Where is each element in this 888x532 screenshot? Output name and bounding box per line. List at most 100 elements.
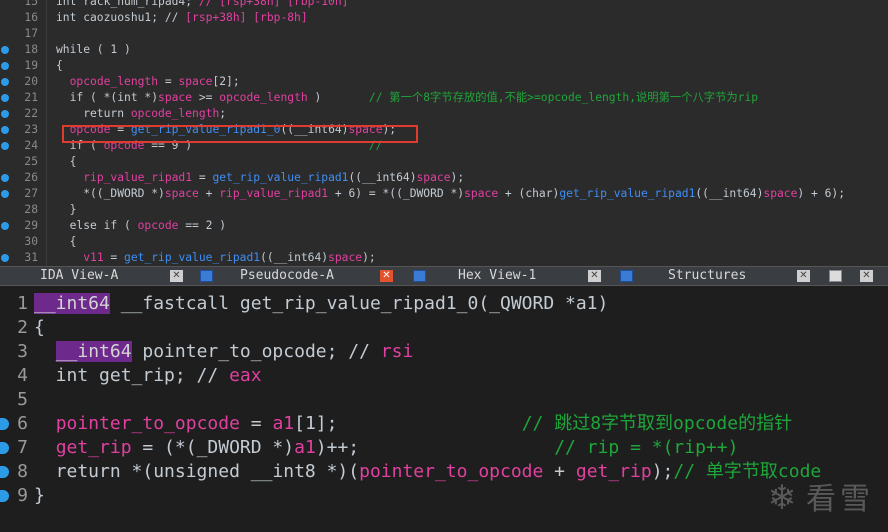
code-token: + <box>198 187 220 200</box>
code-line[interactable]: 22 return opcode_length; <box>0 106 888 122</box>
breakpoint-dot-icon[interactable] <box>1 78 9 86</box>
code-text: { <box>56 58 63 74</box>
code-line[interactable]: 15 int rack_num_ripad4; // [rsp+38h] [rbp… <box>0 0 888 10</box>
code-line[interactable]: 17 <box>0 26 888 42</box>
code-line[interactable]: 27 *((_DWORD *)space + rip_value_ripad1 … <box>0 186 888 202</box>
breakpoint-dot-icon[interactable] <box>1 222 9 230</box>
code-line[interactable]: 9} <box>0 484 888 508</box>
code-token: = <box>158 75 179 88</box>
line-number: 30 <box>24 235 38 248</box>
code-line[interactable]: 18 while ( 1 ) <box>0 42 888 58</box>
line-number: 17 <box>24 27 38 40</box>
line-number: 28 <box>24 203 38 216</box>
code-token: get_rip <box>575 461 652 482</box>
code-token: space <box>416 171 451 184</box>
tab-label: IDA View-A <box>40 268 119 283</box>
code-token: == 2 ) <box>178 219 227 232</box>
line-number: 9 <box>17 485 28 506</box>
tab-structures[interactable]: Structures <box>668 267 788 285</box>
code-text: return *(unsigned __int8 *)(pointer_to_o… <box>34 460 822 484</box>
tab-pseudocode-a[interactable]: Pseudocode-A <box>240 267 380 285</box>
code-token: pointer_to_opcode <box>359 461 544 482</box>
breakpoint-dot-icon[interactable] <box>1 190 9 198</box>
breakpoint-dot-icon[interactable] <box>1 110 9 118</box>
code-token: // 第一个8字节存放的值,不能>=opcode_length,说明第一个八字节… <box>368 91 759 104</box>
code-token: ); <box>450 171 465 184</box>
enums-icon <box>829 270 842 282</box>
code-token: // [rsp+38h] [rbp-10h] <box>198 0 349 8</box>
code-token: get_rip <box>55 437 132 458</box>
code-token: if ( *(int *) <box>56 91 159 104</box>
bottom-pseudocode-pane[interactable]: 1 __int64 __fastcall get_rip_value_ripad1… <box>0 286 888 532</box>
code-line[interactable]: 31 v11 = get_rip_value_ripad1((__int64)s… <box>0 250 888 266</box>
code-token: rip_value_ripad1 <box>83 171 193 184</box>
code-token: } <box>56 203 77 216</box>
code-line[interactable]: 20 opcode_length = space[2]; <box>0 74 888 90</box>
code-token: get_rip_value_ripad1 <box>124 251 261 264</box>
structures-icon <box>620 270 633 282</box>
code-line[interactable]: 30 { <box>0 234 888 250</box>
tab-hex-view-1-close-icon[interactable]: ✕ <box>588 270 601 282</box>
line-number: 1 <box>17 293 28 314</box>
code-line[interactable]: 25 { <box>0 154 888 170</box>
tab-hex-view-1[interactable]: Hex View-1 <box>458 267 578 285</box>
code-token: space <box>158 91 193 104</box>
code-line[interactable]: 6 pointer_to_opcode = a1[1]; // 跳过8字节取到o… <box>0 412 888 436</box>
code-token: = <box>103 251 125 264</box>
tab-close-icon[interactable]: ✕ <box>860 270 873 282</box>
breakpoint-dot-icon[interactable] <box>1 174 9 182</box>
code-text: else if ( opcode == 2 ) <box>56 218 226 234</box>
code-line[interactable]: 16 int caozuoshu1; // [rsp+38h] [rbp-8h] <box>0 10 888 26</box>
code-line[interactable]: 2{ <box>0 316 888 340</box>
code-token: [1]; <box>294 413 522 434</box>
line-number: 27 <box>24 187 38 200</box>
code-line[interactable]: 8 return *(unsigned __int8 *)(pointer_to… <box>0 460 888 484</box>
code-line[interactable]: 21 if ( *(int *)space >= opcode_length )… <box>0 90 888 106</box>
code-text: rip_value_ripad1 = get_rip_value_ripad1(… <box>56 170 464 186</box>
code-token: = <box>239 413 273 434</box>
code-token: space <box>178 75 213 88</box>
code-token: int rack_num_ripad4; <box>56 0 199 8</box>
code-token: [rsp+38h] [rbp-8h] <box>185 11 308 24</box>
breakpoint-dot-icon[interactable] <box>1 46 9 54</box>
code-text: int caozuoshu1; // [rsp+38h] [rbp-8h] <box>56 10 308 26</box>
snowflake-icon: ❄ <box>767 478 800 518</box>
code-line[interactable]: 28 } <box>0 202 888 218</box>
code-line[interactable]: 5 <box>0 388 888 412</box>
code-line[interactable]: 4 int get_rip; // eax <box>0 364 888 388</box>
code-text: { <box>56 234 77 250</box>
tab-ida-view-a-close-icon[interactable]: ✕ <box>170 270 183 282</box>
tab-structures-close-icon[interactable]: ✕ <box>797 270 810 282</box>
code-text: get_rip = (*(_DWORD *)a1)++; // rip = *(… <box>34 436 739 460</box>
breakpoint-dot-icon[interactable] <box>1 142 9 150</box>
code-line[interactable]: 29 else if ( opcode == 2 ) <box>0 218 888 234</box>
breakpoint-dot-icon[interactable] <box>1 126 9 134</box>
line-number: 7 <box>17 437 28 458</box>
code-token: *((_DWORD *) <box>56 187 165 200</box>
code-token: = <box>192 171 213 184</box>
top-pseudocode-pane[interactable]: 15 int rack_num_ripad4; // [rsp+38h] [rbp… <box>0 0 888 266</box>
code-text: pointer_to_opcode = a1[1]; // 跳过8字节取到opc… <box>34 412 792 436</box>
tab-ida-view-a[interactable]: IDA View-A <box>40 267 190 285</box>
code-token: while ( 1 ) <box>56 43 131 56</box>
line-number: 23 <box>24 123 38 136</box>
code-line[interactable]: 7 get_rip = (*(_DWORD *)a1)++; // rip = … <box>0 436 888 460</box>
line-number: 8 <box>17 461 28 482</box>
highlight-box <box>62 125 418 143</box>
code-token: ); <box>362 251 376 264</box>
code-text: { <box>56 154 77 170</box>
breakpoint-dot-icon[interactable] <box>1 254 9 262</box>
breakpoint-dot-icon[interactable] <box>1 94 9 102</box>
code-line[interactable]: 3 __int64 pointer_to_opcode; // rsi <box>0 340 888 364</box>
code-token: return *(unsigned __int8 *)( <box>34 461 360 482</box>
code-line[interactable]: 26 rip_value_ripad1 = get_rip_value_ripa… <box>0 170 888 186</box>
tab-pseudocode-a-close-icon[interactable]: ✕ <box>380 270 393 282</box>
code-line[interactable]: 1 __int64 __fastcall get_rip_value_ripad1… <box>0 292 888 316</box>
breakpoint-dot-icon[interactable] <box>1 62 9 70</box>
code-line[interactable]: 19 { <box>0 58 888 74</box>
code-token: ); <box>651 461 674 482</box>
